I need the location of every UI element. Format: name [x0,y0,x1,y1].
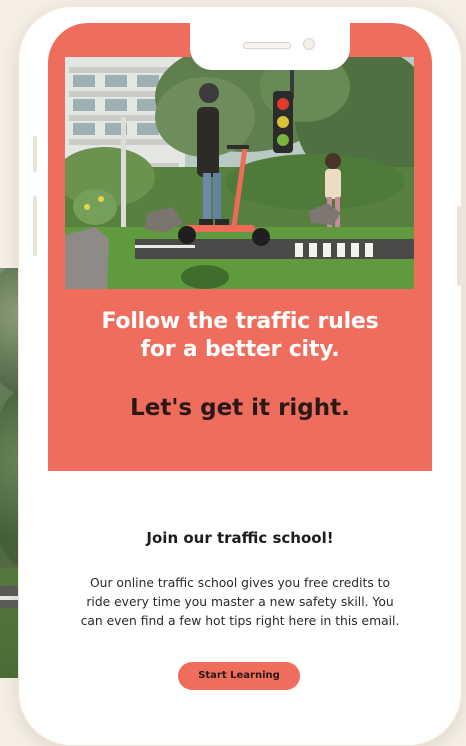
content-body-line3: can even find a few hot tips right here … [80,614,400,628]
phone-power-button [457,206,461,286]
hero-section: Follow the traffic rules for a better ci… [48,23,432,471]
start-learning-button[interactable]: Start Learning [178,662,300,690]
content-body: Our online traffic school gives you free… [72,574,408,631]
phone-mute-switch [33,136,37,172]
hero-heading: Follow the traffic rules for a better ci… [48,308,432,364]
hero-image [65,57,414,289]
hero-heading-line1: Follow the traffic rules [101,309,379,334]
hero-subheading: Let's get it right. [130,395,350,421]
scooter-scene-illustration [65,57,414,289]
speaker-icon [243,42,291,49]
phone-volume-button [33,196,37,256]
content-title: Join our traffic school! [146,529,334,547]
content-body-line2: ride every time you master a new safety … [86,595,394,609]
phone-mockup: Follow the traffic rules for a better ci… [18,6,462,746]
email-screen: Follow the traffic rules for a better ci… [48,23,432,723]
camera-icon [303,38,315,50]
hero-heading-line2: for a better city. [140,337,340,362]
phone-notch [190,23,350,70]
content-body-line1: Our online traffic school gives you free… [89,576,390,590]
